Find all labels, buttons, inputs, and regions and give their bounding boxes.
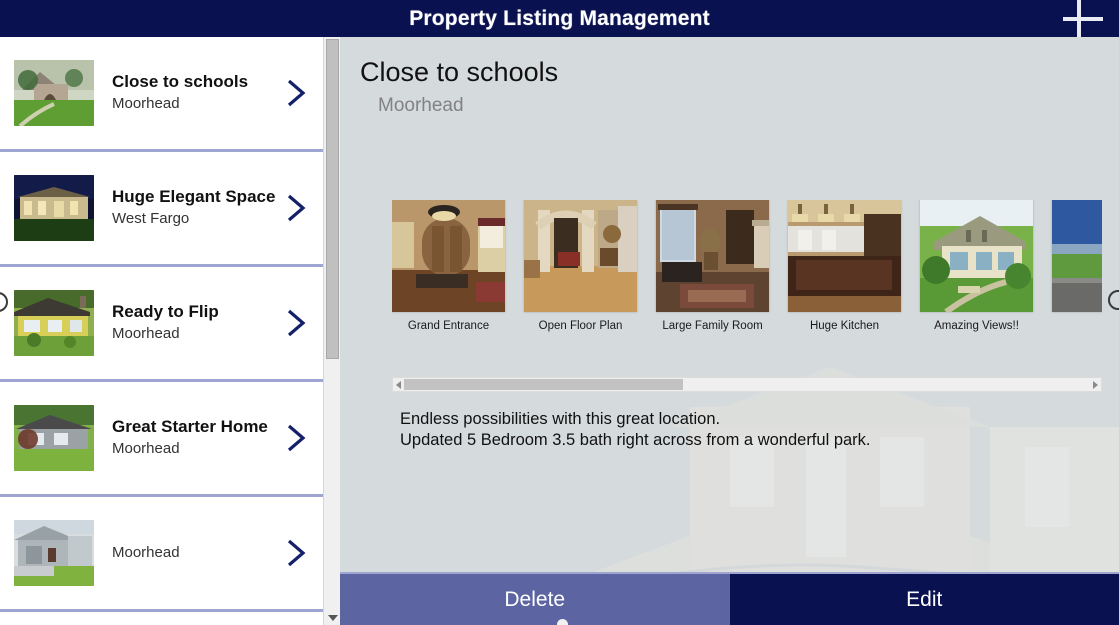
- detail-header: Close to schools Moorhead: [360, 55, 558, 119]
- list-item-text: Close to schools Moorhead: [112, 71, 275, 115]
- list-item-subtitle: Moorhead: [112, 325, 180, 342]
- gallery-scrollbar[interactable]: [392, 377, 1102, 392]
- gallery-photo[interactable]: [1052, 200, 1102, 312]
- caret-down-icon[interactable]: [324, 610, 340, 625]
- gallery-photo[interactable]: [788, 200, 901, 312]
- listing-thumbnail: [14, 290, 94, 356]
- action-bar: Delete Edit: [340, 572, 1119, 625]
- add-listing-button[interactable]: [1059, 0, 1107, 42]
- gallery-caption: Large Family Room: [662, 320, 763, 332]
- gallery-photo[interactable]: [524, 200, 637, 312]
- detail-subtitle: Moorhead: [378, 95, 464, 116]
- caret-right-icon[interactable]: [1090, 378, 1101, 391]
- chevron-right-icon[interactable]: [275, 188, 315, 228]
- list-item-text: Huge Elegant Space West Fargo: [112, 186, 275, 230]
- gallery-caption: Amazing Views!!: [934, 320, 1019, 332]
- touch-indicator: [557, 619, 568, 625]
- list-item-title: Ready to Flip: [112, 302, 219, 321]
- gallery-item[interactable]: Large Family Room: [656, 200, 769, 355]
- listing-thumbnail: [14, 520, 94, 586]
- delete-button[interactable]: Delete: [340, 574, 730, 625]
- list-item-subtitle: Moorhead: [112, 544, 180, 561]
- gallery-caption: Huge Kitchen: [809, 320, 880, 332]
- listing-thumbnail: [14, 175, 94, 241]
- photo-gallery: Grand Entrance Open Floor Plan Large Fam…: [392, 200, 1102, 392]
- list-item-title: Great Starter Home: [112, 417, 268, 436]
- edge-artifact-circle-right: [1108, 290, 1119, 310]
- list-item[interactable]: Moorhead: [0, 497, 323, 612]
- listings-sidebar: Close to schools Moorhead Huge Elegant S…: [0, 37, 340, 625]
- gallery-scrollbar-thumb[interactable]: [404, 379, 683, 390]
- listings-scroll-area: Close to schools Moorhead Huge Elegant S…: [0, 37, 323, 625]
- caret-left-icon[interactable]: [393, 378, 404, 391]
- chevron-right-icon[interactable]: [275, 73, 315, 113]
- gallery-scrollbar-track[interactable]: [404, 378, 1090, 391]
- listing-detail-panel: Close to schools Moorhead Grand Entrance…: [340, 37, 1119, 625]
- list-item[interactable]: Great Starter Home Moorhead: [0, 382, 323, 497]
- app-root: Property Listing Management Close to sch…: [0, 0, 1119, 625]
- titlebar: Property Listing Management: [0, 0, 1119, 38]
- list-item-subtitle: West Fargo: [112, 210, 190, 227]
- edit-button[interactable]: Edit: [729, 574, 1119, 625]
- photo-gallery-strip: Grand Entrance Open Floor Plan Large Fam…: [392, 200, 1102, 355]
- gallery-item[interactable]: Huge Kitchen: [788, 200, 901, 355]
- listing-thumbnail: [14, 60, 94, 126]
- chevron-right-icon[interactable]: [275, 418, 315, 458]
- gallery-item[interactable]: Amazing Views!!: [920, 200, 1033, 355]
- gallery-photo[interactable]: [920, 200, 1033, 315]
- page-title: Property Listing Management: [409, 6, 710, 30]
- gallery-caption: Grand Entrance: [407, 320, 490, 332]
- list-item-title: Huge Elegant Space: [112, 187, 275, 206]
- gallery-photo[interactable]: [656, 200, 769, 312]
- gallery-item[interactable]: Grand Entrance: [392, 200, 505, 355]
- list-item-text: Moorhead: [112, 542, 275, 564]
- list-item-text: Great Starter Home Moorhead: [112, 416, 275, 460]
- sidebar-scrollbar-thumb[interactable]: [326, 39, 339, 359]
- list-item-subtitle: Moorhead: [112, 440, 180, 457]
- detail-title: Close to schools: [360, 57, 559, 87]
- chevron-right-icon[interactable]: [275, 533, 315, 573]
- gallery-photo[interactable]: [392, 200, 505, 312]
- list-item-title: Close to schools: [112, 72, 249, 91]
- chevron-right-icon[interactable]: [275, 303, 315, 343]
- list-item-text: Ready to Flip Moorhead: [112, 301, 275, 345]
- listing-description: Endless possibilities with this great lo…: [400, 409, 871, 451]
- gallery-item[interactable]: [1052, 200, 1102, 355]
- sidebar-scrollbar[interactable]: [323, 37, 340, 625]
- description-line-1: Endless possibilities with this great lo…: [400, 410, 721, 428]
- list-item[interactable]: Ready to Flip Moorhead: [0, 267, 323, 382]
- description-line-2: Updated 5 Bedroom 3.5 bath right across …: [400, 431, 871, 449]
- listing-thumbnail: [14, 405, 94, 471]
- gallery-caption: Open Floor Plan: [538, 320, 623, 332]
- gallery-item[interactable]: Open Floor Plan: [524, 200, 637, 355]
- list-item[interactable]: Huge Elegant Space West Fargo: [0, 152, 323, 267]
- list-item[interactable]: Close to schools Moorhead: [0, 37, 323, 152]
- list-item-subtitle: Moorhead: [112, 95, 180, 112]
- list-item[interactable]: [0, 612, 323, 625]
